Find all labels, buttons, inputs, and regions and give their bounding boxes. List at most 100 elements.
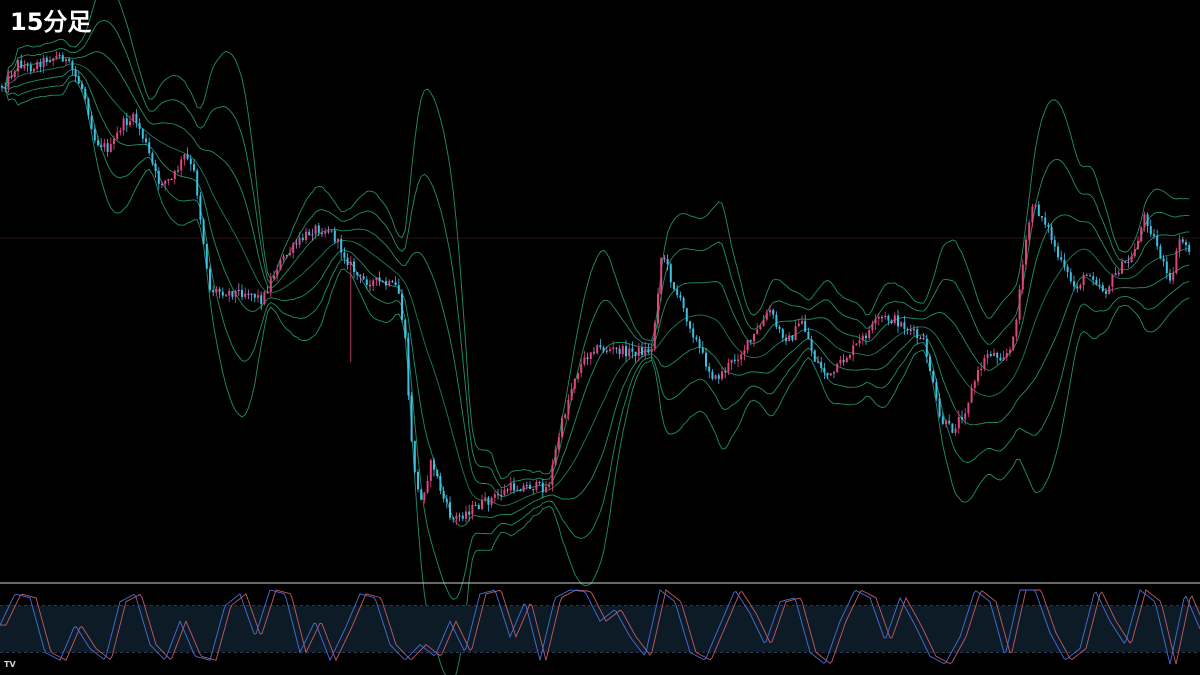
candle-body: [327, 231, 330, 233]
candle-body: [1121, 261, 1123, 274]
candle-body: [913, 329, 915, 331]
candle-body: [205, 243, 208, 269]
candle-body: [769, 310, 771, 313]
candle-body: [269, 278, 272, 292]
candle-body: [1133, 249, 1136, 257]
candle-body: [289, 252, 291, 256]
candle-body: [679, 295, 682, 298]
candle-body: [586, 357, 589, 360]
candle-body: [42, 57, 45, 67]
candle-body: [285, 255, 288, 257]
candle-body: [583, 357, 586, 365]
candle-body: [1050, 226, 1053, 241]
candle-body: [1041, 216, 1043, 218]
candle-body: [330, 230, 333, 232]
candle-body: [634, 351, 637, 356]
candle-body: [1098, 284, 1101, 286]
candle-body: [292, 243, 295, 253]
candle-body: [714, 375, 717, 379]
candle-body: [359, 275, 362, 277]
candle-body: [922, 338, 925, 340]
candle-body: [772, 310, 775, 315]
candle-body: [1149, 225, 1152, 235]
candle-body: [333, 230, 336, 242]
candle-body: [196, 170, 199, 196]
candle-body: [647, 348, 650, 353]
candle-body: [621, 346, 624, 355]
candle-body: [231, 290, 234, 297]
candle-body: [1, 86, 3, 88]
candle-body: [1018, 289, 1021, 320]
candle-body: [452, 517, 455, 520]
candle-body: [33, 68, 35, 72]
candle-body: [973, 381, 976, 388]
candle-body: [353, 261, 355, 273]
candle-body: [484, 497, 487, 501]
candle-body: [199, 195, 202, 220]
candle-body: [660, 258, 663, 294]
candle-body: [500, 494, 503, 496]
candle-body: [788, 335, 791, 342]
candle-body: [109, 144, 112, 153]
candle-body: [84, 88, 87, 99]
candle-body: [593, 352, 595, 354]
candle-body: [77, 76, 80, 84]
candle-body: [157, 170, 160, 184]
candle-body: [26, 64, 29, 66]
candle-body: [218, 289, 221, 292]
candle-body: [266, 291, 269, 293]
candle-body: [746, 339, 749, 351]
candle-body: [317, 225, 320, 233]
candle-body: [663, 258, 666, 260]
candle-body: [337, 238, 339, 242]
candle-body: [951, 423, 954, 433]
candle-body: [676, 289, 679, 296]
candle-body: [596, 345, 599, 354]
candle-body: [996, 352, 999, 358]
candle-body: [900, 322, 903, 327]
candle-body: [1095, 279, 1098, 285]
candle-body: [189, 158, 192, 165]
candle-body: [125, 118, 128, 126]
candle-body: [669, 264, 672, 283]
candle-body: [449, 502, 451, 518]
candle-body: [23, 65, 26, 69]
candle-body: [119, 130, 122, 133]
candle-body: [618, 348, 621, 355]
candle-body: [906, 328, 909, 330]
candle-body: [340, 238, 343, 253]
candle-body: [1002, 357, 1005, 361]
candle-body: [573, 378, 576, 389]
candle-body: [4, 87, 7, 89]
candle-body: [1137, 241, 1139, 250]
candle-body: [1060, 257, 1063, 260]
candle-body: [964, 413, 967, 420]
chart-root: [0, 0, 1200, 675]
candle-body: [564, 414, 567, 418]
candle-body: [513, 483, 515, 491]
candle-body: [433, 460, 435, 470]
candle-body: [202, 219, 205, 244]
candle-body: [605, 350, 608, 352]
candle-body: [148, 142, 151, 154]
candle-body: [567, 399, 570, 415]
candle-body: [724, 371, 727, 373]
candle-body: [1185, 242, 1187, 246]
candle-body: [650, 348, 653, 353]
candle-body: [321, 232, 323, 234]
candle-body: [346, 257, 349, 265]
candle-body: [1146, 214, 1149, 226]
candle-body: [631, 348, 634, 352]
candle-body: [170, 178, 173, 180]
candle-body: [250, 293, 253, 295]
candle-body: [548, 484, 551, 487]
candle-body: [1162, 258, 1165, 262]
candle-body: [471, 505, 474, 515]
candle-body: [785, 337, 787, 342]
candle-body: [778, 326, 781, 330]
candle-body: [804, 320, 807, 332]
candle-body: [893, 315, 896, 324]
candle-body: [1015, 319, 1018, 337]
candle-body: [637, 347, 640, 356]
candle-body: [935, 382, 938, 399]
